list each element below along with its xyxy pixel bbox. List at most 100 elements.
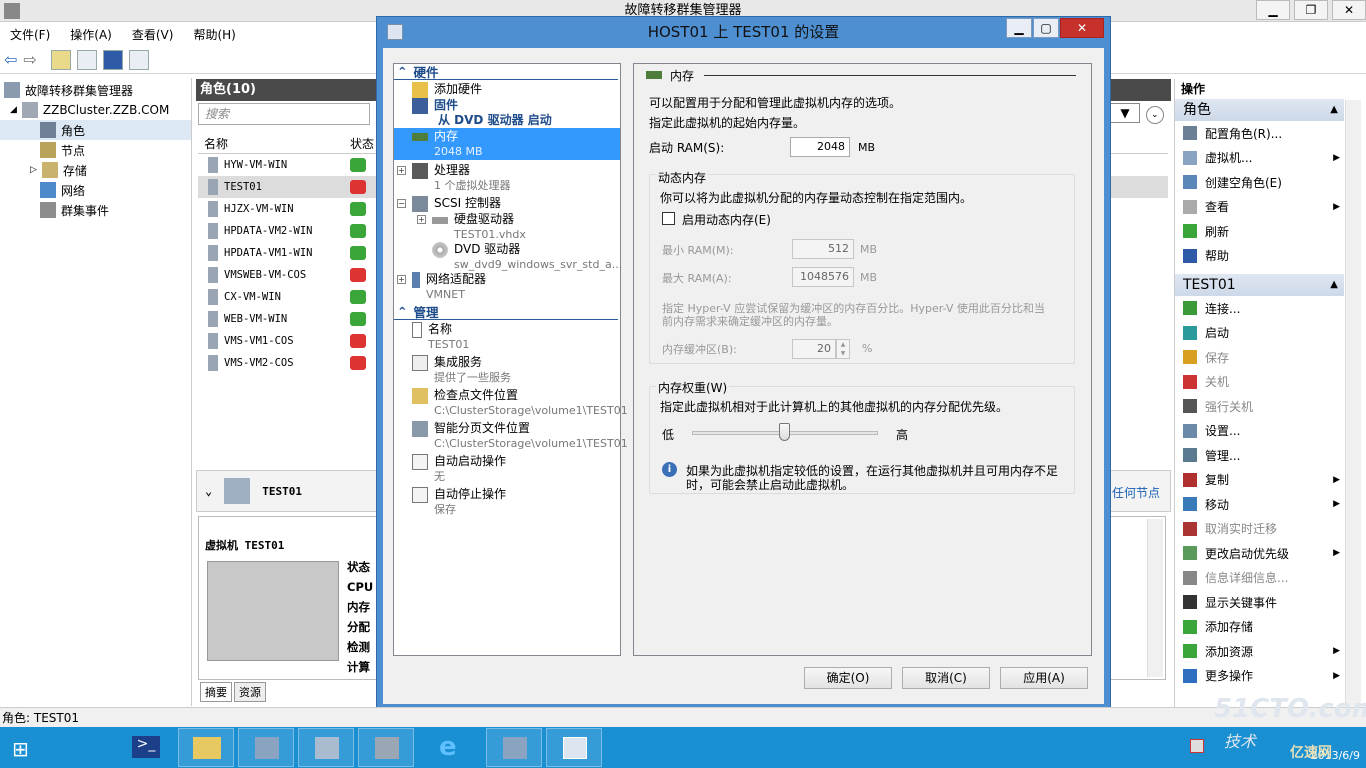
tab-summary[interactable]: 摘要	[200, 682, 232, 702]
detail-scrollbar[interactable]	[1147, 519, 1163, 677]
vm-action-item[interactable]: 关机	[1175, 370, 1344, 395]
maximize-button[interactable]: ❐	[1294, 0, 1328, 20]
vm-action-item[interactable]: 管理...	[1175, 443, 1344, 468]
ok-button[interactable]: 确定(O)	[804, 667, 892, 689]
collapse-chevron-icon[interactable]: ⌄	[205, 484, 212, 498]
min-ram-input[interactable]: 512	[792, 239, 854, 259]
nav-autostart[interactable]: 自动启动操作无	[394, 454, 620, 484]
vm-action-item[interactable]: 更改启动优先级 ▶	[1175, 541, 1344, 566]
vm-action-item[interactable]: 强行关机	[1175, 394, 1344, 419]
show-hide-action-pane-icon[interactable]	[128, 49, 149, 70]
tree-item-roles[interactable]: 角色	[0, 120, 191, 140]
buffer-spinner[interactable]: ▲ ▼	[836, 339, 850, 359]
taskbar-tools[interactable]	[358, 728, 414, 767]
collapse-icon[interactable]: ⌄	[1145, 106, 1164, 124]
flag-icon[interactable]	[1190, 739, 1204, 753]
roles-action-item[interactable]: 配置角色(R)...	[1175, 121, 1344, 146]
vm-action-item[interactable]: 取消实时迁移	[1175, 517, 1344, 542]
column-status[interactable]: 状态	[350, 135, 374, 152]
tree-item-events[interactable]: 群集事件	[0, 200, 191, 220]
expand-icon[interactable]: +	[397, 275, 406, 284]
nav-dvd[interactable]: DVD 驱动器 sw_dvd9_windows_svr_std_a...	[394, 242, 622, 272]
vm-action-item[interactable]: 显示关键事件	[1175, 590, 1344, 615]
taskbar-vm-connect[interactable]	[546, 728, 602, 767]
close-button[interactable]: ✕	[1332, 0, 1366, 20]
weight-slider-thumb[interactable]	[779, 423, 790, 441]
taskbar-hyperv-manager[interactable]	[486, 728, 542, 767]
nav-processor[interactable]: + 处理器 1 个虚拟处理器	[394, 163, 620, 193]
collapse-arrow-icon[interactable]: ⌃	[397, 304, 407, 319]
expanded-chevron-icon[interactable]: ◢	[10, 105, 17, 115]
dialog-close-button[interactable]: ✕	[1060, 18, 1104, 38]
taskbar-server-manager[interactable]	[58, 728, 114, 767]
apply-button[interactable]: 应用(A)	[1000, 667, 1088, 689]
nav-paging[interactable]: 智能分页文件位置 C:\ClusterStorage\volume1\TEST01	[394, 421, 628, 451]
buffer-input[interactable]: 20	[792, 339, 836, 359]
vm-action-item[interactable]: 保存	[1175, 345, 1344, 370]
menu-view[interactable]: 查看(V)	[132, 26, 174, 43]
expand-icon[interactable]: +	[417, 215, 426, 224]
taskbar-explorer[interactable]	[178, 728, 234, 767]
roles-action-item[interactable]: 虚拟机... ▶	[1175, 146, 1344, 171]
nav-section-management[interactable]: ⌃ 管理	[394, 304, 618, 320]
column-name[interactable]: 名称	[198, 135, 350, 152]
nav-scsi[interactable]: − SCSI 控制器	[394, 196, 620, 212]
tree-item-nodes[interactable]: 节点	[0, 140, 191, 160]
menu-action[interactable]: 操作(A)	[70, 26, 112, 43]
nav-memory[interactable]: 内存 2048 MB	[394, 128, 620, 160]
taskbar-app[interactable]	[238, 728, 294, 767]
tree-cluster[interactable]: ◢ ZZBCluster.ZZB.COM	[0, 100, 191, 120]
vm-action-item[interactable]: 连接...	[1175, 296, 1344, 321]
vm-action-item[interactable]: 添加资源 ▶	[1175, 639, 1344, 664]
nav-checkpoint[interactable]: 检查点文件位置 C:\ClusterStorage\volume1\TEST01	[394, 388, 628, 418]
vm-action-item[interactable]: 启动	[1175, 321, 1344, 346]
start-button[interactable]: ⊞	[0, 728, 56, 767]
nav-firmware[interactable]: 固件从 DVD 驱动器 启动	[394, 98, 620, 128]
actions-group-vm[interactable]: TEST01	[1175, 274, 1344, 296]
back-arrow-icon[interactable]: ⇦	[4, 50, 17, 69]
tree-root[interactable]: 故障转移群集管理器	[0, 80, 191, 100]
vm-action-item[interactable]: 复制 ▶	[1175, 468, 1344, 493]
roles-action-item[interactable]: 创建空角色(E)	[1175, 170, 1344, 195]
up-folder-icon[interactable]	[50, 49, 71, 70]
vm-action-item[interactable]: 信息详细信息...	[1175, 566, 1344, 591]
nav-autostop[interactable]: 自动停止操作 保存	[394, 487, 620, 517]
nav-add-hardware[interactable]: 添加硬件	[394, 82, 620, 98]
menu-file[interactable]: 文件(F)	[10, 26, 50, 43]
nav-name[interactable]: 名称 TEST01	[394, 322, 620, 352]
roles-action-item[interactable]: 查看 ▶	[1175, 195, 1344, 220]
nav-section-hardware[interactable]: ⌃ 硬件	[394, 64, 618, 80]
any-node-link[interactable]: 任何节点	[1112, 484, 1160, 501]
tree-item-networks[interactable]: 网络	[0, 180, 191, 200]
search-input[interactable]: 搜索	[198, 103, 370, 125]
roles-action-item[interactable]: 帮助	[1175, 244, 1344, 269]
vm-action-item[interactable]: 移动 ▶	[1175, 492, 1344, 517]
nav-hdd[interactable]: + 硬盘驱动器 TEST01.vhdx	[394, 212, 620, 242]
vm-action-item[interactable]: 更多操作 ▶	[1175, 664, 1344, 689]
taskbar-ie[interactable]: e	[425, 728, 481, 767]
nav-network[interactable]: + 网络适配器 VMNET	[394, 272, 620, 302]
help-icon[interactable]	[102, 49, 123, 70]
dialog-maximize-button[interactable]: ▢	[1033, 18, 1059, 38]
cancel-button[interactable]: 取消(C)	[902, 667, 990, 689]
roles-action-item[interactable]: 刷新	[1175, 219, 1344, 244]
collapse-icon[interactable]: −	[397, 199, 406, 208]
menu-help[interactable]: 帮助(H)	[193, 26, 235, 43]
nav-integration[interactable]: 集成服务 提供了一些服务	[394, 355, 620, 385]
dynamic-memory-checkbox[interactable]	[662, 212, 675, 225]
taskbar-powershell[interactable]: >_	[118, 728, 174, 767]
taskbar-cluster-manager[interactable]	[298, 728, 354, 767]
startup-ram-input[interactable]: 2048	[790, 137, 850, 157]
query-dropdown-icon[interactable]: ▼	[1110, 103, 1140, 123]
max-ram-input[interactable]: 1048576	[792, 267, 854, 287]
collapsed-chevron-icon[interactable]: ▷	[30, 165, 37, 175]
actions-scrollbar[interactable]	[1345, 100, 1361, 706]
dialog-minimize-button[interactable]: ▁	[1006, 18, 1032, 38]
minimize-button[interactable]: ▁	[1256, 0, 1290, 20]
forward-arrow-icon[interactable]: ⇨	[23, 50, 36, 69]
vm-action-item[interactable]: 设置...	[1175, 419, 1344, 444]
actions-group-roles[interactable]: 角色	[1175, 99, 1344, 121]
vm-action-item[interactable]: 添加存储	[1175, 615, 1344, 640]
tab-resources[interactable]: 资源	[234, 682, 266, 702]
collapse-arrow-icon[interactable]: ⌃	[397, 64, 407, 79]
